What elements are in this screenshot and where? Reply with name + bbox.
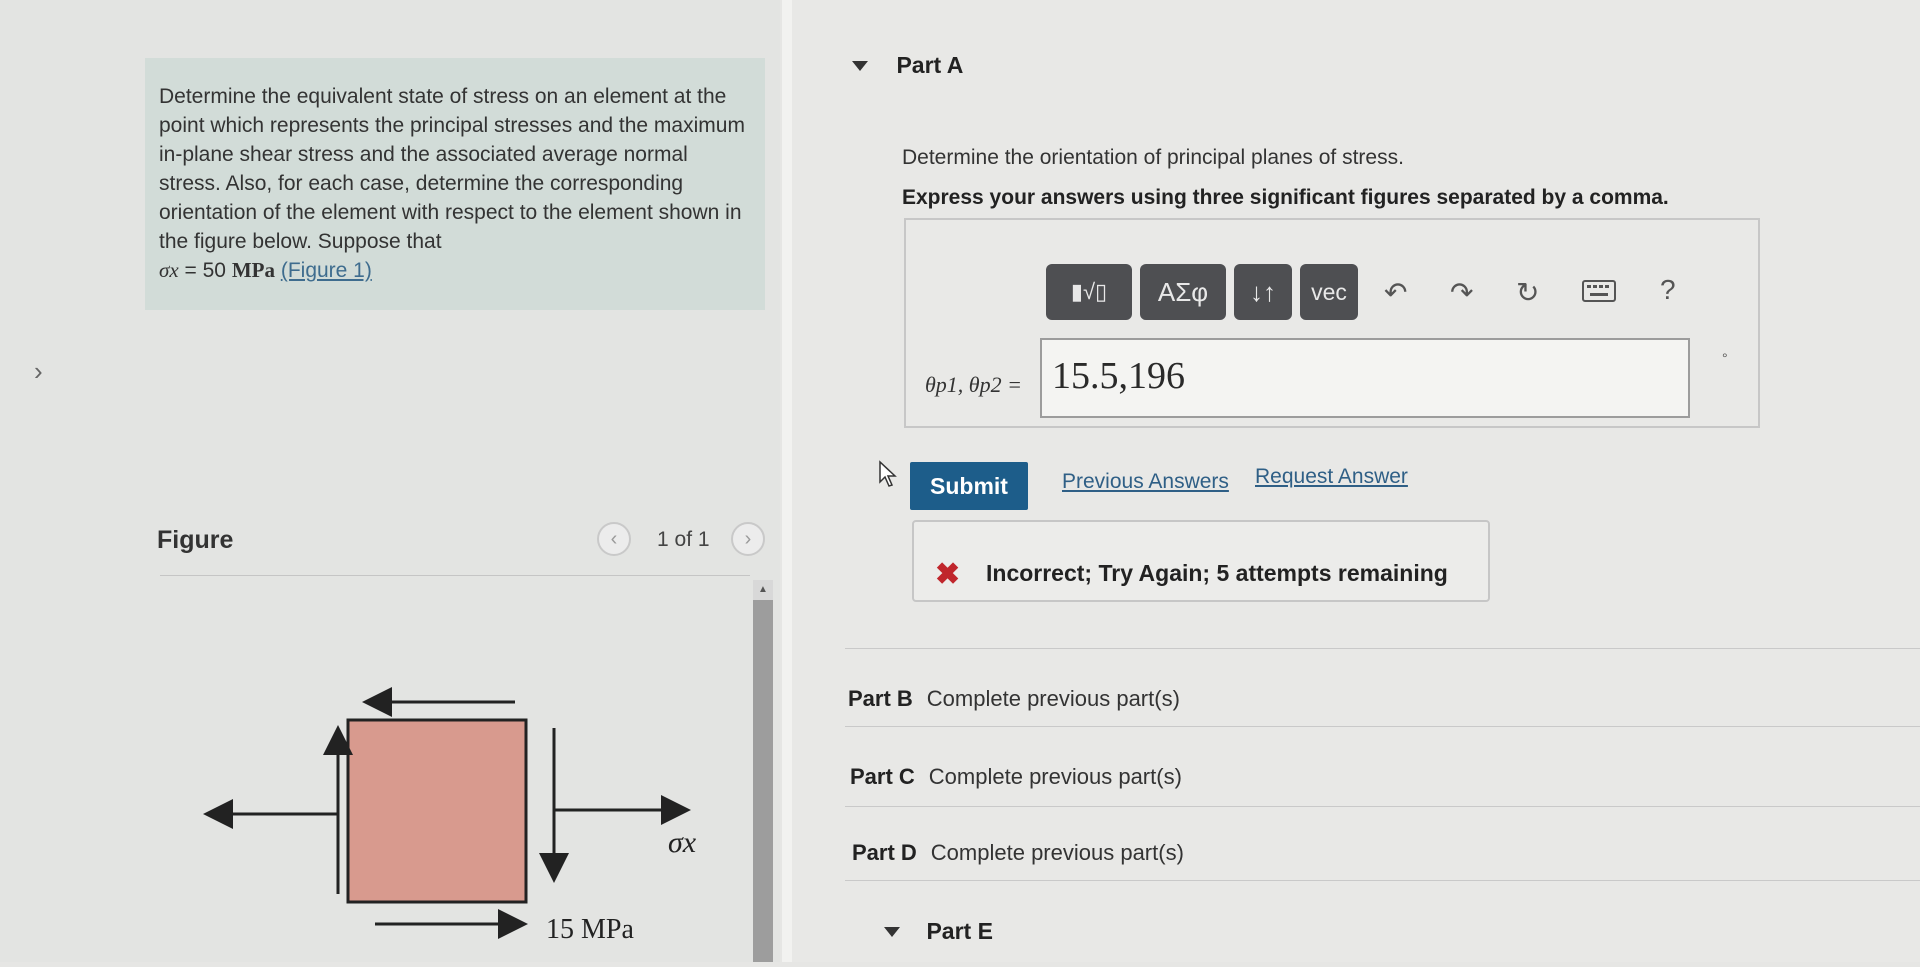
figure-header: Figure ‹ 1 of 1 › xyxy=(157,522,777,562)
chevron-right-icon[interactable]: › xyxy=(731,522,765,556)
part-b-row[interactable]: Part B Complete previous part(s) xyxy=(848,686,1180,712)
error-x-icon: ✖ xyxy=(935,558,961,591)
section-divider xyxy=(845,648,1920,649)
problem-text: Determine the equivalent state of stress… xyxy=(159,85,745,253)
math-toolbar: ▮√▯ ΑΣφ ↓↑ vec ↶ ↷ ↻ ? xyxy=(1046,260,1676,330)
part-a-instruction: Determine the orientation of principal p… xyxy=(902,146,1404,169)
part-a-format-instruction: Express your answers using three signifi… xyxy=(902,186,1669,209)
sigma-given: σx = 50 MPa (Figure 1) xyxy=(159,256,751,285)
part-c-row[interactable]: Part C Complete previous part(s) xyxy=(850,764,1182,790)
shear-stress-label: 15 MPa xyxy=(546,914,634,945)
section-divider xyxy=(845,726,1920,727)
figure-area: σx 15 MPa xyxy=(160,578,750,962)
caret-down-icon[interactable] xyxy=(884,926,900,937)
sigma-unit: MPa xyxy=(231,258,275,282)
previous-answers-link[interactable]: Previous Answers xyxy=(1062,470,1229,494)
redo-icon[interactable]: ↷ xyxy=(1450,276,1473,309)
reset-icon[interactable]: ↻ xyxy=(1516,276,1539,309)
sigma-x-label: σx xyxy=(668,826,697,859)
part-a-label: Part A xyxy=(896,52,964,78)
request-answer-link[interactable]: Request Answer xyxy=(1255,465,1408,489)
help-button[interactable]: ? xyxy=(1660,274,1676,306)
expand-nav-icon[interactable]: › xyxy=(34,356,43,387)
undo-icon[interactable]: ↶ xyxy=(1384,276,1407,309)
greek-symbols-button[interactable]: ΑΣφ xyxy=(1140,264,1226,320)
chevron-left-icon[interactable]: ‹ xyxy=(597,522,631,556)
part-a-header[interactable]: Part A xyxy=(852,52,963,79)
part-e-label: Part E xyxy=(926,918,993,944)
part-b-status: Complete previous part(s) xyxy=(926,686,1180,711)
part-d-status: Complete previous part(s) xyxy=(930,840,1184,865)
part-b-label: Part B xyxy=(848,686,913,711)
feedback-message: Incorrect; Try Again; 5 attempts remaini… xyxy=(986,560,1448,586)
answer-label: θp1, θp2 = xyxy=(925,372,1022,397)
scroll-up-icon[interactable]: ▲ xyxy=(753,580,773,600)
figure-link[interactable]: (Figure 1) xyxy=(281,259,372,282)
arrows-button[interactable]: ↓↑ xyxy=(1234,264,1292,320)
sigma-symbol: σx xyxy=(159,258,179,282)
part-c-status: Complete previous part(s) xyxy=(928,764,1182,789)
answer-input[interactable]: 15.5,196 xyxy=(1040,338,1690,418)
vector-button[interactable]: vec xyxy=(1300,264,1358,320)
section-divider xyxy=(845,806,1920,807)
stress-element xyxy=(346,718,528,904)
part-c-label: Part C xyxy=(850,764,915,789)
submit-button[interactable]: Submit xyxy=(910,462,1028,510)
section-divider xyxy=(845,880,1920,881)
part-e-header[interactable]: Part E xyxy=(884,918,993,945)
figure-title: Figure xyxy=(157,526,234,554)
problem-statement: Determine the equivalent state of stress… xyxy=(145,58,765,310)
mouse-cursor-icon xyxy=(879,460,897,487)
caret-down-icon[interactable] xyxy=(852,60,868,71)
figure-divider xyxy=(160,575,750,576)
panel-divider[interactable] xyxy=(782,0,792,962)
figure-pager: 1 of 1 xyxy=(657,528,710,551)
stress-element-diagram: σx 15 MPa xyxy=(203,687,697,945)
keyboard-icon[interactable] xyxy=(1582,278,1616,310)
degree-unit: ° xyxy=(1722,350,1728,366)
template-button[interactable]: ▮√▯ xyxy=(1046,264,1132,320)
sigma-equals: = 50 xyxy=(178,259,232,282)
part-d-row[interactable]: Part D Complete previous part(s) xyxy=(852,840,1184,866)
figure-scrollbar[interactable] xyxy=(753,580,773,962)
part-d-label: Part D xyxy=(852,840,917,865)
